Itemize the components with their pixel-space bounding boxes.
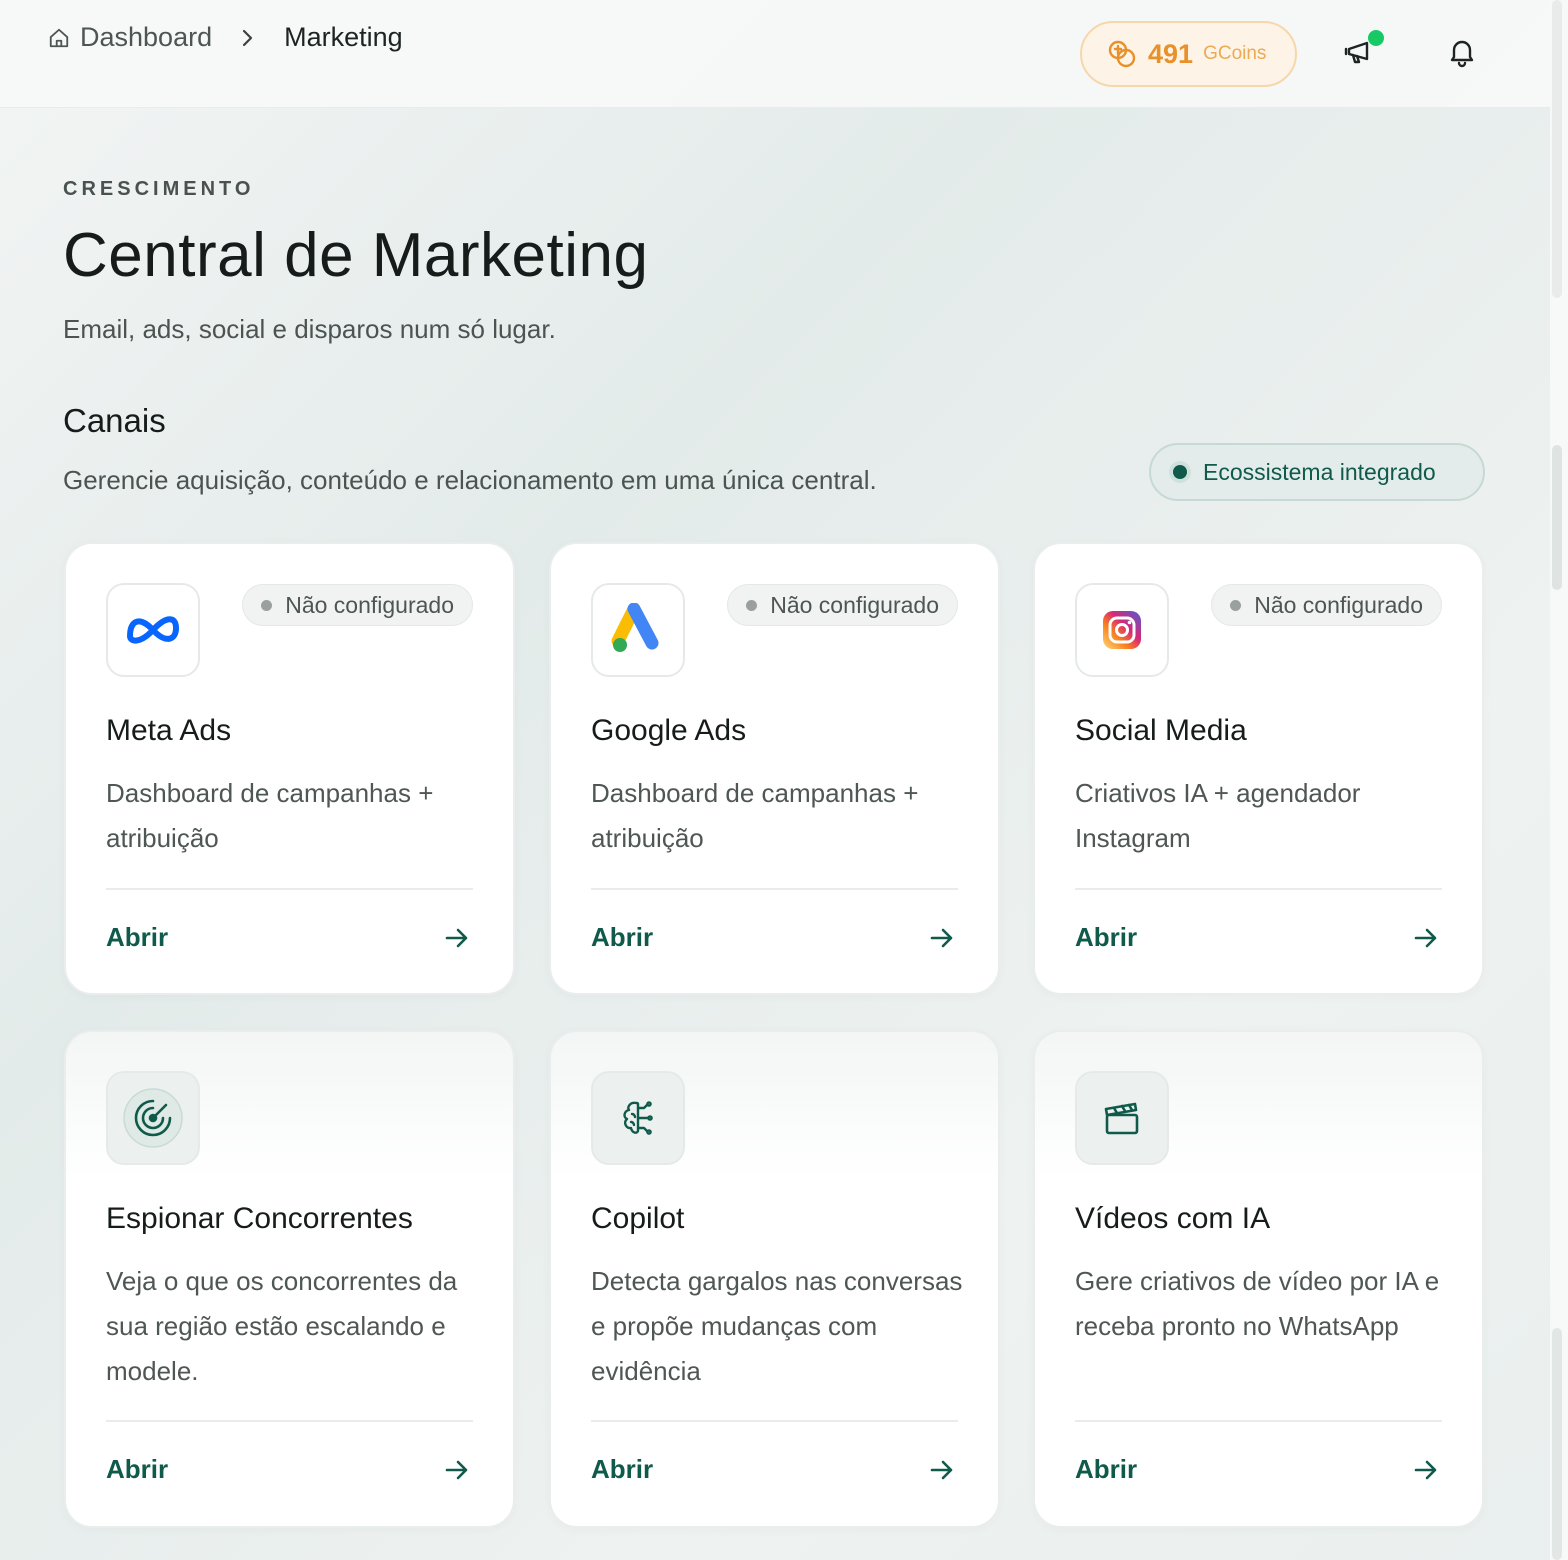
meta-logo-icon bbox=[106, 583, 200, 677]
arrow-right-icon[interactable] bbox=[928, 1456, 956, 1484]
section-title: Canais bbox=[63, 402, 166, 439]
open-link[interactable]: Abrir bbox=[106, 1454, 168, 1485]
open-link[interactable]: Abrir bbox=[591, 922, 653, 953]
scrollbar-thumb[interactable] bbox=[1552, 445, 1562, 590]
channel-card-meta-ads[interactable]: Não configurado Meta Ads Dashboard de ca… bbox=[64, 542, 515, 995]
card-title: Social Media bbox=[1075, 714, 1247, 747]
breadcrumb-home-label: Dashboard bbox=[80, 22, 213, 52]
card-description: Dashboard de campanhas + atribuição bbox=[591, 778, 919, 853]
home-icon bbox=[49, 28, 69, 47]
instagram-logo-icon bbox=[1075, 583, 1169, 677]
arrow-right-icon[interactable] bbox=[443, 924, 471, 952]
tool-card-videos-com-ia[interactable]: Vídeos com IA Gere criativos de vídeo po… bbox=[1033, 1030, 1484, 1528]
coins-balance-button[interactable]: 491 GCoins bbox=[1080, 21, 1297, 87]
card-title: Copilot bbox=[591, 1202, 685, 1235]
page-subtitle: Email, ads, social e disparos num só lug… bbox=[63, 314, 556, 344]
status-badge: Não configurado bbox=[727, 584, 958, 626]
card-description: Dashboard de campanhas + atribuição bbox=[106, 778, 434, 853]
status-label: Não configurado bbox=[285, 591, 454, 618]
arrow-right-icon[interactable] bbox=[928, 924, 956, 952]
coins-value: 491 bbox=[1148, 38, 1194, 69]
scrollbar-thumb[interactable] bbox=[1552, 0, 1562, 298]
arrow-right-icon[interactable] bbox=[1412, 1456, 1440, 1484]
open-link[interactable]: Abrir bbox=[591, 1454, 653, 1485]
notifications-button[interactable] bbox=[1442, 32, 1482, 72]
breadcrumb: Dashboard Marketing bbox=[48, 22, 403, 53]
clapperboard-icon bbox=[1075, 1071, 1169, 1165]
card-description: Detecta gargalos nas conversas e propõe … bbox=[591, 1266, 963, 1386]
channel-card-google-ads[interactable]: Não configurado Google Ads Dashboard de … bbox=[549, 542, 1000, 995]
card-divider bbox=[591, 1420, 958, 1422]
top-bar: Dashboard Marketing 491 GCoins bbox=[0, 0, 1550, 108]
card-divider bbox=[106, 1420, 473, 1422]
open-link[interactable]: Abrir bbox=[1075, 922, 1137, 953]
arrow-right-icon[interactable] bbox=[443, 1456, 471, 1484]
section-subtitle: Gerencie aquisição, conteúdo e relaciona… bbox=[63, 465, 877, 495]
brain-icon bbox=[591, 1071, 685, 1165]
card-title: Espionar Concorrentes bbox=[106, 1202, 413, 1235]
open-link[interactable]: Abrir bbox=[106, 922, 168, 953]
status-dot bbox=[261, 599, 273, 611]
status-label: Não configurado bbox=[770, 591, 939, 618]
open-link[interactable]: Abrir bbox=[1075, 1454, 1137, 1485]
card-divider bbox=[591, 888, 958, 890]
tool-card-copilot[interactable]: Copilot Detecta gargalos nas conversas e… bbox=[549, 1030, 1000, 1528]
card-title: Google Ads bbox=[591, 714, 747, 747]
radar-icon bbox=[106, 1071, 200, 1165]
ecosystem-label: Ecossistema integrado bbox=[1203, 458, 1436, 485]
coins-icon bbox=[1108, 40, 1136, 68]
ecosystem-dot bbox=[1173, 465, 1187, 479]
coins-unit: GCoins bbox=[1203, 43, 1267, 64]
card-divider bbox=[1075, 888, 1442, 890]
status-badge: Não configurado bbox=[1211, 584, 1442, 626]
google-ads-logo-icon bbox=[591, 583, 685, 677]
card-description: Veja o que os concorrentes da sua região… bbox=[106, 1266, 458, 1386]
breadcrumb-current: Marketing bbox=[284, 22, 403, 52]
status-dot bbox=[746, 599, 758, 611]
status-dot bbox=[1230, 599, 1242, 611]
ecosystem-badge: Ecossistema integrado bbox=[1149, 443, 1485, 501]
card-description: Gere criativos de vídeo por IA e receba … bbox=[1075, 1266, 1440, 1341]
channel-card-social-media[interactable]: Não configurado Social Media Criativos I… bbox=[1033, 542, 1484, 995]
chevron-right-icon bbox=[240, 28, 254, 48]
status-label: Não configurado bbox=[1254, 591, 1423, 618]
card-description: Criativos IA + agendador Instagram bbox=[1075, 778, 1361, 853]
tool-card-espionar-concorrentes[interactable]: Espionar Concorrentes Veja o que os conc… bbox=[64, 1030, 515, 1528]
card-title: Meta Ads bbox=[106, 714, 232, 747]
bell-icon bbox=[1450, 40, 1474, 68]
arrow-right-icon[interactable] bbox=[1412, 924, 1440, 952]
card-title: Vídeos com IA bbox=[1075, 1202, 1271, 1235]
scrollbar-thumb[interactable] bbox=[1552, 1328, 1562, 1560]
page-eyebrow: CRESCIMENTO bbox=[63, 178, 255, 200]
page-title: Central de Marketing bbox=[63, 221, 649, 290]
online-status-dot bbox=[1368, 30, 1384, 46]
card-divider bbox=[1075, 1420, 1442, 1422]
status-badge: Não configurado bbox=[242, 584, 473, 626]
card-divider bbox=[106, 888, 473, 890]
breadcrumb-home-link[interactable]: Dashboard bbox=[48, 22, 212, 53]
